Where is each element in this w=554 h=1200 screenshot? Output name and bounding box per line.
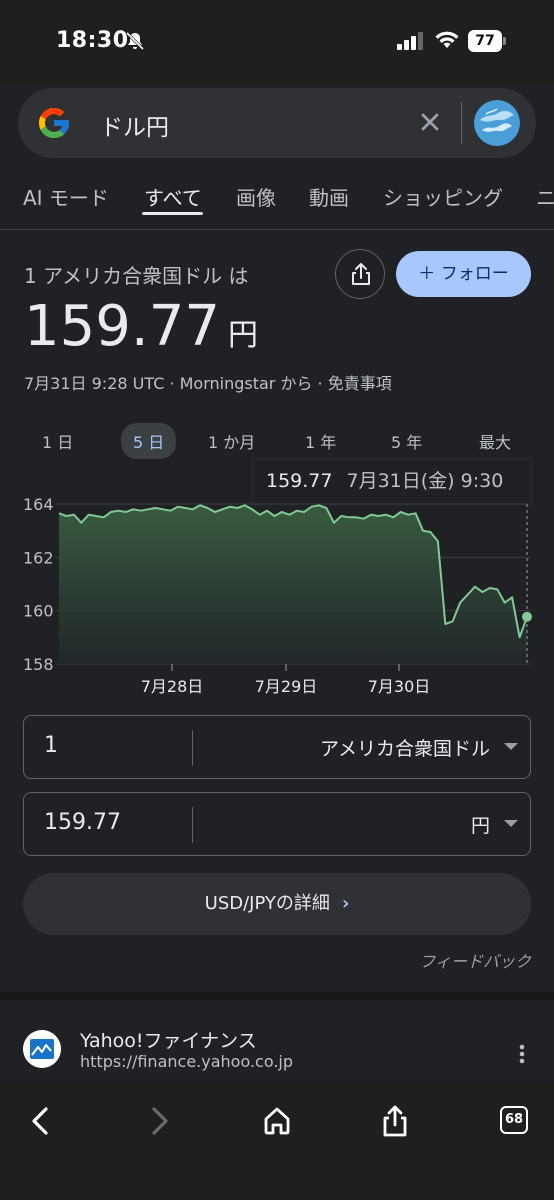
- from-currency-row: 1 アメリカ合衆国ドル: [23, 715, 531, 779]
- active-tab-indicator: [142, 212, 203, 215]
- search-input[interactable]: ドル円: [100, 108, 169, 142]
- from-currency-select[interactable]: アメリカ合衆国ドル: [320, 734, 490, 761]
- conversion-value: 159.77: [24, 294, 220, 359]
- cellular-signal-icon: [397, 32, 423, 50]
- chart-tooltip: 159.77 7月31日(金) 9:30: [253, 459, 531, 503]
- follow-button[interactable]: ＋ フォロー: [396, 251, 531, 297]
- y-tick-label: 162: [23, 548, 54, 567]
- battery-icon: 77: [468, 30, 506, 52]
- google-logo-icon: [39, 108, 69, 138]
- status-time: 18:30: [56, 28, 129, 53]
- share-icon: [352, 263, 370, 285]
- yahoo-finance-favicon: [23, 1030, 61, 1068]
- tabs-count-button[interactable]: 68: [500, 1106, 528, 1134]
- range-5d[interactable]: 5 日: [121, 423, 177, 459]
- range-1d[interactable]: 1 日: [42, 429, 73, 453]
- share-button[interactable]: [335, 249, 385, 299]
- range-max[interactable]: 最大: [479, 429, 511, 453]
- search-bar[interactable]: ドル円: [18, 88, 536, 158]
- tab-news[interactable]: ニ: [536, 182, 554, 211]
- wifi-icon: [435, 31, 459, 48]
- y-tick-label: 160: [23, 602, 54, 621]
- y-tick-label: 164: [23, 495, 54, 514]
- tooltip-value: 159.77: [266, 470, 333, 492]
- home-icon[interactable]: [260, 1104, 294, 1138]
- conversion-unit: 円: [227, 318, 258, 353]
- back-icon[interactable]: [24, 1104, 58, 1138]
- tab-images[interactable]: 画像: [236, 182, 276, 211]
- tab-all[interactable]: すべて: [144, 182, 202, 211]
- search-divider: [461, 102, 462, 144]
- result-url[interactable]: https://finance.yahoo.co.jp: [80, 1052, 293, 1071]
- tab-shopping[interactable]: ショッピング: [383, 182, 503, 211]
- avatar[interactable]: [474, 100, 520, 146]
- chart-cursor-dot: [522, 611, 532, 622]
- to-currency-select[interactable]: 円: [471, 811, 490, 838]
- y-tick-label: 158: [23, 655, 54, 674]
- section-divider: [0, 992, 554, 1000]
- bell-muted-icon: [125, 31, 145, 51]
- chart-area: [59, 505, 527, 664]
- search-tabs: AI モード すべて 画像 動画 ショッピング ニ: [0, 176, 554, 220]
- share-icon[interactable]: [378, 1104, 412, 1138]
- range-1y[interactable]: 1 年: [305, 429, 336, 453]
- conversion-result: 159.77 円: [24, 294, 258, 359]
- price-chart[interactable]: 164 162 160 158 7月28日 7月29日 7月30日: [0, 480, 554, 710]
- chevron-down-icon[interactable]: [504, 743, 518, 750]
- tab-ai-mode[interactable]: AI モード: [23, 182, 109, 211]
- details-button[interactable]: USD/JPYの詳細 ›: [23, 873, 531, 935]
- tab-videos[interactable]: 動画: [309, 182, 349, 211]
- conversion-label: 1 アメリカ合衆国ドル は: [24, 264, 249, 288]
- range-5y[interactable]: 5 年: [391, 429, 422, 453]
- chevron-right-icon: ›: [341, 893, 350, 914]
- chevron-down-icon[interactable]: [504, 820, 518, 827]
- forward-icon[interactable]: [142, 1104, 176, 1138]
- feedback-link[interactable]: フィードバック: [419, 948, 531, 972]
- x-tick-label: 7月28日: [141, 677, 204, 696]
- browser-toolbar: 68: [0, 1082, 554, 1200]
- status-bar: 18:30 77: [0, 0, 554, 84]
- x-tick-label: 7月29日: [255, 677, 318, 696]
- more-vert-icon[interactable]: [514, 1042, 530, 1066]
- source-meta: 7月31日 9:28 UTC · Morningstar から · 免責事項: [24, 374, 392, 393]
- from-amount-input[interactable]: 1: [44, 733, 58, 758]
- to-amount-input[interactable]: 159.77: [44, 810, 121, 835]
- result-title[interactable]: Yahoo!ファイナンス: [80, 1026, 257, 1053]
- battery-level: 77: [468, 30, 502, 52]
- tabs-divider: [0, 229, 554, 230]
- to-currency-row: 159.77 円: [23, 792, 531, 856]
- details-label: USD/JPYの詳細: [204, 893, 330, 914]
- x-tick-label: 7月30日: [368, 677, 431, 696]
- range-1m[interactable]: 1 か月: [208, 429, 255, 453]
- clear-icon[interactable]: [418, 110, 442, 134]
- tooltip-date: 7月31日(金) 9:30: [346, 470, 504, 492]
